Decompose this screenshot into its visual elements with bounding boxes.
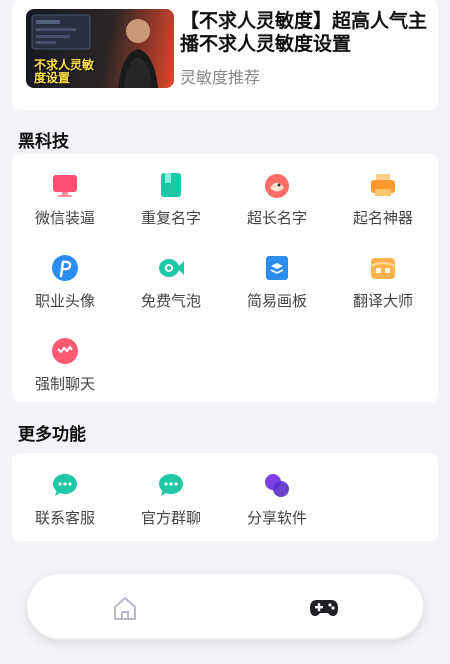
function-label: 官方群聊	[140, 509, 201, 527]
tool-item[interactable]: 起名神器	[330, 171, 436, 231]
chick-icon	[265, 174, 289, 198]
function-label: 联系客服	[34, 509, 95, 527]
tool-item[interactable]: 翻译大师	[330, 254, 436, 314]
tool-label: 起名神器	[352, 209, 413, 227]
p-icon	[52, 255, 78, 281]
message-icon	[53, 474, 77, 496]
chat-icon	[52, 338, 78, 364]
tool-label: 重复名字	[140, 209, 201, 227]
video-thumbnail[interactable]: 不求人灵敏度设置	[26, 9, 174, 88]
featured-title[interactable]: 【不求人灵敏度】超高人气主播不求人灵敏度设置	[180, 10, 428, 56]
group-message-icon	[159, 474, 183, 496]
tool-item[interactable]: 超长名字	[224, 171, 330, 231]
thumbnail-caption: 不求人灵敏度设置	[34, 58, 95, 85]
printer-icon	[371, 174, 395, 196]
more-functions-grid: 联系客服 官方群聊 分享软件	[12, 453, 438, 541]
tool-label: 免费气泡	[140, 292, 201, 310]
tool-item[interactable]: 简易画板	[224, 254, 330, 314]
function-item[interactable]: 分享软件	[224, 471, 330, 531]
section-title-black-tech: 黑科技	[18, 132, 69, 152]
tool-item[interactable]: 强制聊天	[12, 337, 118, 397]
tool-item[interactable]: 免费气泡	[118, 254, 224, 314]
tool-label: 翻译大师	[352, 292, 413, 310]
translate-icon	[370, 258, 396, 279]
fish-icon	[159, 259, 184, 277]
tool-label: 超长名字	[246, 209, 307, 227]
tool-item[interactable]: 重复名字	[118, 171, 224, 231]
featured-card[interactable]: 不求人灵敏度设置 【不求人灵敏度】超高人气主播不求人灵敏度设置 灵敏度推荐	[12, 0, 438, 110]
gamepad-icon[interactable]	[309, 594, 339, 622]
tool-label: 强制聊天	[34, 375, 95, 393]
function-label: 分享软件	[246, 509, 307, 527]
tool-item[interactable]: 职业头像	[12, 254, 118, 314]
book-icon	[161, 173, 181, 197]
tool-label: 职业头像	[34, 292, 95, 310]
tool-label: 微信装逼	[34, 209, 95, 227]
monitor-icon	[53, 175, 77, 197]
featured-subtitle: 灵敏度推荐	[180, 68, 261, 87]
black-tech-grid: 微信装逼 重复名字 超长名字 起名神器 职业头像 免费气泡 简易画板 翻译大师 …	[12, 154, 438, 402]
function-item[interactable]: 联系客服	[12, 471, 118, 531]
bottom-navbar	[27, 574, 423, 640]
tool-item[interactable]: 微信装逼	[12, 171, 118, 231]
tool-label: 简易画板	[246, 292, 307, 310]
function-item[interactable]: 官方群聊	[118, 471, 224, 531]
section-title-more: 更多功能	[18, 425, 86, 445]
layers-icon	[266, 256, 288, 280]
home-icon[interactable]	[111, 594, 139, 622]
share-icon	[265, 474, 289, 497]
